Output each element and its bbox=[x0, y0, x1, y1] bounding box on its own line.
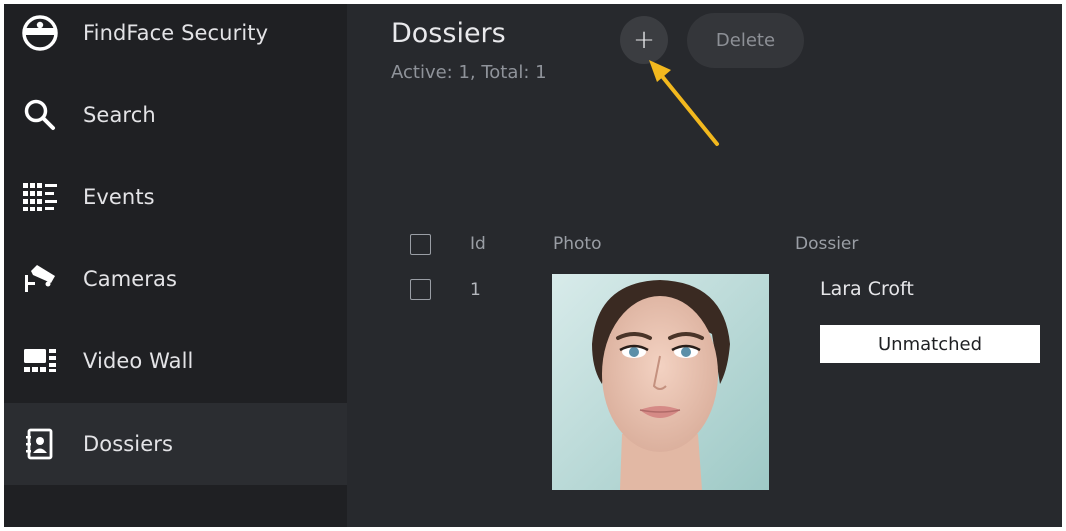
app-title: FindFace Security bbox=[83, 21, 269, 45]
sidebar-item-dossiers[interactable]: Dossiers bbox=[4, 403, 347, 485]
dossier-photo[interactable] bbox=[552, 274, 769, 490]
app-window: FindFace Security Search Events Cameras … bbox=[4, 4, 1062, 527]
dossier-name-link[interactable]: Lara Croft bbox=[820, 278, 914, 300]
sidebar-item-label: Cameras bbox=[83, 267, 178, 291]
plus-icon: + bbox=[633, 25, 655, 55]
row-checkbox[interactable] bbox=[410, 279, 431, 300]
sidebar-item-cameras[interactable]: Cameras bbox=[4, 238, 347, 320]
column-header-dossier: Dossier bbox=[795, 234, 859, 254]
main-content: Dossiers Active: 1, Total: 1 + Delete Id… bbox=[347, 4, 1062, 527]
sidebar-item-label: Dossiers bbox=[83, 432, 174, 456]
dossier-counts: Active: 1, Total: 1 bbox=[391, 62, 547, 83]
sidebar-item-label: Search bbox=[83, 103, 156, 127]
sidebar-item-events[interactable]: Events bbox=[4, 156, 347, 238]
pointer-arrow-icon bbox=[649, 60, 719, 146]
column-header-photo: Photo bbox=[553, 234, 602, 254]
column-header-id[interactable]: Id bbox=[470, 234, 486, 254]
video-wall-icon bbox=[20, 341, 60, 381]
sidebar-item-label: Events bbox=[83, 185, 155, 209]
sidebar-item-label: Video Wall bbox=[83, 349, 194, 373]
findface-logo-icon bbox=[20, 13, 60, 53]
sidebar-item-video-wall[interactable]: Video Wall bbox=[4, 320, 347, 402]
camera-icon bbox=[20, 259, 60, 299]
app-brand[interactable]: FindFace Security bbox=[4, 4, 347, 74]
search-icon bbox=[20, 95, 60, 135]
sidebar-item-search[interactable]: Search bbox=[4, 74, 347, 156]
page-title: Dossiers bbox=[391, 18, 506, 49]
select-all-checkbox[interactable] bbox=[410, 234, 431, 255]
status-badge: Unmatched bbox=[820, 325, 1040, 363]
events-grid-icon bbox=[20, 177, 60, 217]
dossier-icon bbox=[20, 424, 60, 464]
row-id: 1 bbox=[470, 280, 481, 300]
sidebar: FindFace Security Search Events Cameras … bbox=[4, 4, 347, 527]
